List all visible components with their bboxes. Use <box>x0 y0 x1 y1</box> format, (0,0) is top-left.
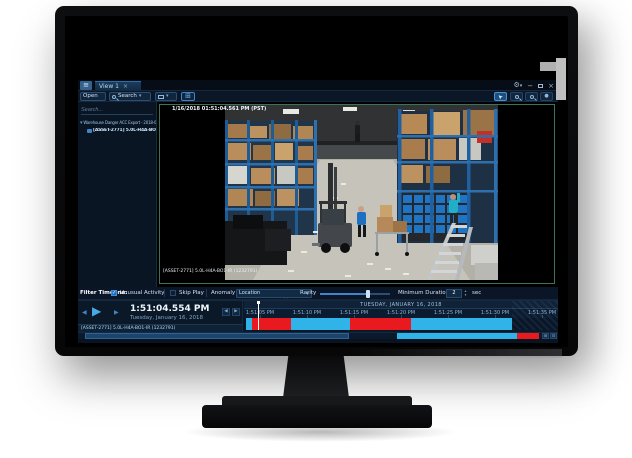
timeline-ticks: 1:51:05 PM 1:51:10 PM 1:51:15 PM 1:51:20… <box>244 309 558 318</box>
video-stage: 1/16/2018 01:51:04.561 PM (PST) [ASSET-2… <box>157 102 558 287</box>
min-duration-stepper[interactable]: ▴▾ <box>463 289 468 298</box>
divider <box>206 289 207 297</box>
monitor-shadow <box>182 422 458 442</box>
filter-bar: Filter Timeline: ✓ Unusual Activity Skip… <box>78 287 558 300</box>
maximize-icon[interactable] <box>538 84 543 88</box>
display-button[interactable]: ▾ <box>155 92 177 101</box>
zoom-in-icon <box>515 95 519 99</box>
display-icon <box>158 95 164 99</box>
monitor-stand-neck <box>283 356 349 398</box>
toolbar: Open Search▾ ▾ ⊞ ➤ ● <box>78 91 558 102</box>
playback-current-time: 1:51:04.554 PM <box>130 304 209 314</box>
search-button[interactable]: Search▾ <box>109 92 151 101</box>
tab-view-1[interactable]: View 1 × <box>95 81 141 91</box>
pan-tool-button[interactable]: ● <box>540 92 553 101</box>
tab-bar: ≡ View 1 × ⚙▾ − × <box>78 80 558 91</box>
acc-player-window: ≡ View 1 × ⚙▾ − × Open Search▾ ▾ ⊞ ➤ ● ▾W… <box>78 80 558 343</box>
timeline-overview-scrollbar[interactable] <box>78 332 558 339</box>
unusual-activity-label: Unusual Activity <box>120 290 165 296</box>
segment-recorded <box>411 318 512 330</box>
rarity-slider-fill <box>320 293 366 295</box>
tab-close-icon[interactable]: × <box>123 83 128 90</box>
timeline-date-header: TUESDAY, JANUARY 16, 2018 <box>244 301 558 309</box>
playback-bar: ◀ ▶ ▶ 1:51:04.554 PM Tuesday, January 16… <box>78 300 558 332</box>
window-controls: ⚙▾ − × <box>513 80 554 91</box>
rarity-slider-handle[interactable] <box>366 290 370 298</box>
divider <box>164 289 165 297</box>
play-button[interactable]: ▶ <box>92 304 101 318</box>
min-duration-label: Minimum Duration: <box>398 290 451 296</box>
step-back-button[interactable]: ◀ <box>82 309 87 316</box>
timeline-next-button[interactable]: ▶ <box>232 308 240 316</box>
divider <box>242 301 243 333</box>
tree-item-camera[interactable]: [ASSET-2771] 5.0L-H4A-BO1-IR/1 <box>87 128 156 133</box>
sidebar-search-input[interactable] <box>81 106 153 115</box>
rarity-slider[interactable] <box>320 293 390 295</box>
camera-icon <box>87 129 92 133</box>
rarity-label: Rarity <box>300 290 316 296</box>
timeline-prev-button[interactable]: ◀ <box>222 308 230 316</box>
timeline-zoom-in-button[interactable]: ⊞ <box>542 333 549 339</box>
min-duration-unit: sec <box>472 290 481 296</box>
zoom-out-icon <box>530 95 534 99</box>
screen-glare <box>556 58 566 100</box>
timeline-zoom-out-button[interactable]: ⊟ <box>550 333 557 339</box>
min-duration-input[interactable]: 2 <box>446 289 462 298</box>
timeline-track[interactable] <box>244 318 558 330</box>
skip-play-checkbox[interactable] <box>170 290 176 296</box>
select-tool-button[interactable]: ➤ <box>494 92 507 101</box>
video-timestamp: 1/16/2018 01:51:04.561 PM (PST) <box>172 106 266 112</box>
warehouse-video-frame <box>225 105 498 280</box>
search-icon <box>112 95 116 99</box>
timeline-nodata-region <box>512 301 558 330</box>
step-forward-button[interactable]: ▶ <box>114 309 119 316</box>
segment-anomaly <box>350 318 411 330</box>
zoom-in-tool-button[interactable] <box>510 92 523 101</box>
layout-grid-icon: ⊞ <box>185 93 191 100</box>
unusual-activity-checkbox[interactable]: ✓ <box>111 290 117 296</box>
cursor-icon: ➤ <box>496 92 505 101</box>
skip-play-label: Skip Play <box>179 290 204 296</box>
minimize-icon[interactable]: − <box>527 81 533 91</box>
segment-anomaly <box>517 333 539 339</box>
pan-icon: ● <box>544 93 548 100</box>
video-camera-label: [ASSET-2771] 5.0L-H4A-BO1-IR (1232791) <box>163 269 257 274</box>
close-window-icon[interactable]: × <box>548 81 554 91</box>
tab-label: View 1 <box>99 83 119 90</box>
settings-gear-icon[interactable]: ⚙▾ <box>513 80 522 91</box>
open-button[interactable]: Open <box>80 92 106 101</box>
playback-current-date: Tuesday, January 16, 2018 <box>130 315 203 321</box>
layout-button[interactable]: ⊞ <box>181 92 195 101</box>
segment-thumb <box>85 333 349 339</box>
segment-recorded <box>291 318 350 330</box>
zoom-out-tool-button[interactable] <box>525 92 538 101</box>
sidebar: ▾Warehouse Danger ACC Export - 2018-01 [… <box>78 102 157 287</box>
menu-icon[interactable]: ≡ <box>80 81 92 90</box>
tree-item-export[interactable]: ▾Warehouse Danger ACC Export - 2018-01 <box>80 120 156 126</box>
bezel-reflection <box>352 349 562 358</box>
scene: ≡ View 1 × ⚙▾ − × Open Search▾ ▾ ⊞ ➤ ● ▾W… <box>0 0 632 458</box>
tree-caret-icon[interactable]: ▾ <box>80 120 82 126</box>
timeline-playhead[interactable] <box>258 301 259 330</box>
timeline[interactable]: TUESDAY, JANUARY 16, 2018 1:51:05 PM 1:5… <box>244 301 558 333</box>
